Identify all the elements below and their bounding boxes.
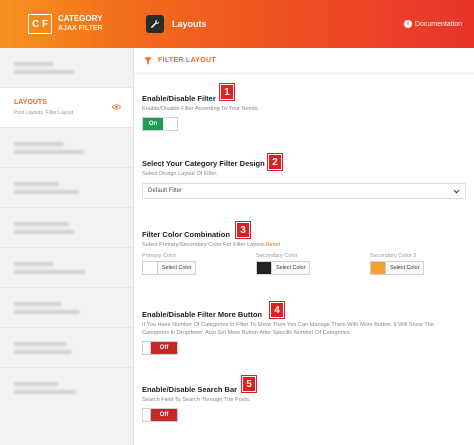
secondary-color-picker: Secondary Color Select Color xyxy=(256,253,370,275)
field-title: Filter Color Combination xyxy=(142,230,230,239)
field-desc-text: Select Primary/Secondary Color For Filte… xyxy=(142,242,266,248)
select-color-button[interactable]: Select Color xyxy=(386,261,425,275)
design-select-value: Default Filter xyxy=(148,188,183,194)
search-bar-toggle[interactable]: Off xyxy=(142,408,178,422)
blurred-text xyxy=(14,261,54,266)
more-button-field: Enable/Disable Filter More Button If You… xyxy=(142,310,462,355)
color-label: Secondary Color 2 xyxy=(370,253,417,259)
section-header: FILTER LAYOUT xyxy=(134,48,474,74)
toggle-handle xyxy=(143,342,151,354)
enable-filter-field: Enable/Disable Filter Enable/Disable Fil… xyxy=(142,94,462,131)
sidebar-item-blurred[interactable] xyxy=(0,168,133,208)
sidebar-item-layouts[interactable]: LAYOUTS Post Layouts, Filter Layout xyxy=(0,88,133,128)
enable-filter-toggle[interactable]: On xyxy=(142,117,178,131)
app-header: C F CATEGORY AJAX FILTER Layouts i Docum… xyxy=(0,0,474,48)
color-label: Primary Color xyxy=(142,253,177,259)
chevron-down-icon xyxy=(453,189,460,194)
section-title: FILTER LAYOUT xyxy=(158,57,216,64)
field-title: Select Your Category Filter Design xyxy=(142,159,265,168)
field-desc: Search Field To Search Through The Posts… xyxy=(142,397,251,403)
sidebar-item-desc: Post Layouts, Filter Layout xyxy=(14,110,74,116)
toggle-state: On xyxy=(143,118,163,130)
info-icon: i xyxy=(403,20,412,28)
blurred-text xyxy=(14,301,62,306)
secondary-color-2-swatch[interactable] xyxy=(370,261,386,275)
field-desc: Select Primary/Secondary Color For Filte… xyxy=(142,241,462,249)
sidebar-item-label: LAYOUTS xyxy=(14,99,47,106)
logo-icon: C F xyxy=(28,14,52,34)
main-panel: FILTER LAYOUT Enable/Disable Filter Enab… xyxy=(134,48,474,445)
callout-badge-3: 3 xyxy=(236,222,250,238)
blurred-text xyxy=(14,382,58,386)
sidebar-item-blurred[interactable] xyxy=(0,368,133,408)
blurred-text xyxy=(14,349,72,354)
eye-icon xyxy=(112,104,121,110)
blurred-text xyxy=(14,181,59,186)
select-color-button[interactable]: Select Color xyxy=(158,261,197,275)
brand-line-2: AJAX FILTER xyxy=(58,25,103,32)
field-title: Enable/Disable Filter xyxy=(142,94,216,103)
blurred-text xyxy=(14,141,64,146)
color-combination-field: Filter Color Combination Select Primary/… xyxy=(142,230,470,275)
secondary-color-2-picker: Secondary Color 2 Select Color xyxy=(370,253,470,275)
blurred-text xyxy=(14,69,74,74)
blurred-text xyxy=(14,189,79,194)
callout-badge-4: 4 xyxy=(270,302,284,318)
color-pickers: Primary Color Select Color Secondary Col… xyxy=(142,253,470,275)
funnel-icon xyxy=(144,56,152,65)
sidebar-item-blurred[interactable] xyxy=(0,248,133,288)
field-desc: Select Design Layout Of Filter. xyxy=(142,171,218,177)
sidebar-item-blurred[interactable] xyxy=(0,208,133,248)
blurred-text xyxy=(14,149,84,154)
more-button-toggle[interactable]: Off xyxy=(142,341,178,355)
reset-link[interactable]: Reset xyxy=(265,242,280,248)
toggle-state: Off xyxy=(151,342,177,354)
field-desc: Enable/Disable Filter According To Your … xyxy=(142,106,260,112)
design-field: Select Your Category Filter Design Selec… xyxy=(142,159,466,199)
sidebar-item-blurred[interactable] xyxy=(0,48,133,88)
brand-area[interactable]: C F CATEGORY AJAX FILTER xyxy=(0,0,134,48)
blurred-text xyxy=(14,341,66,346)
field-desc: If You Have Number Of Categories In Filt… xyxy=(142,322,434,336)
primary-color-picker: Primary Color Select Color xyxy=(142,253,256,275)
blurred-text xyxy=(14,61,54,66)
toggle-handle xyxy=(143,409,151,421)
sidebar: LAYOUTS Post Layouts, Filter Layout xyxy=(0,48,134,445)
brand-name: CATEGORY AJAX FILTER xyxy=(58,14,103,34)
blurred-text xyxy=(14,309,80,314)
primary-color-swatch[interactable] xyxy=(142,261,158,275)
design-select[interactable]: Default Filter xyxy=(142,183,466,199)
sidebar-item-blurred[interactable] xyxy=(0,128,133,168)
blurred-text xyxy=(14,269,86,274)
documentation-label: Documentation xyxy=(414,20,462,28)
blurred-text xyxy=(14,221,69,226)
callout-badge-1: 1 xyxy=(220,84,234,100)
field-title: Enable/Disable Filter More Button xyxy=(142,310,263,319)
callout-badge-2: 2 xyxy=(268,154,282,170)
topbar: Layouts i Documentation xyxy=(134,0,474,48)
documentation-link[interactable]: i Documentation xyxy=(403,20,462,28)
field-title: Enable/Disable Search Bar xyxy=(142,385,238,394)
secondary-color-swatch[interactable] xyxy=(256,261,272,275)
wrench-icon xyxy=(146,15,164,33)
callout-badge-5: 5 xyxy=(242,376,256,392)
sidebar-item-blurred[interactable] xyxy=(0,288,133,328)
blurred-text xyxy=(14,390,76,394)
brand-line-1: CATEGORY xyxy=(58,14,103,23)
page-title: Layouts xyxy=(172,19,207,29)
blurred-text xyxy=(14,229,74,234)
select-color-button[interactable]: Select Color xyxy=(272,261,311,275)
sidebar-item-blurred[interactable] xyxy=(0,328,133,368)
logo-letters: C F xyxy=(31,18,49,30)
toggle-state: Off xyxy=(151,409,177,421)
search-bar-field: Enable/Disable Search Bar Search Field T… xyxy=(142,385,462,422)
color-label: Secondary Color xyxy=(256,253,298,259)
